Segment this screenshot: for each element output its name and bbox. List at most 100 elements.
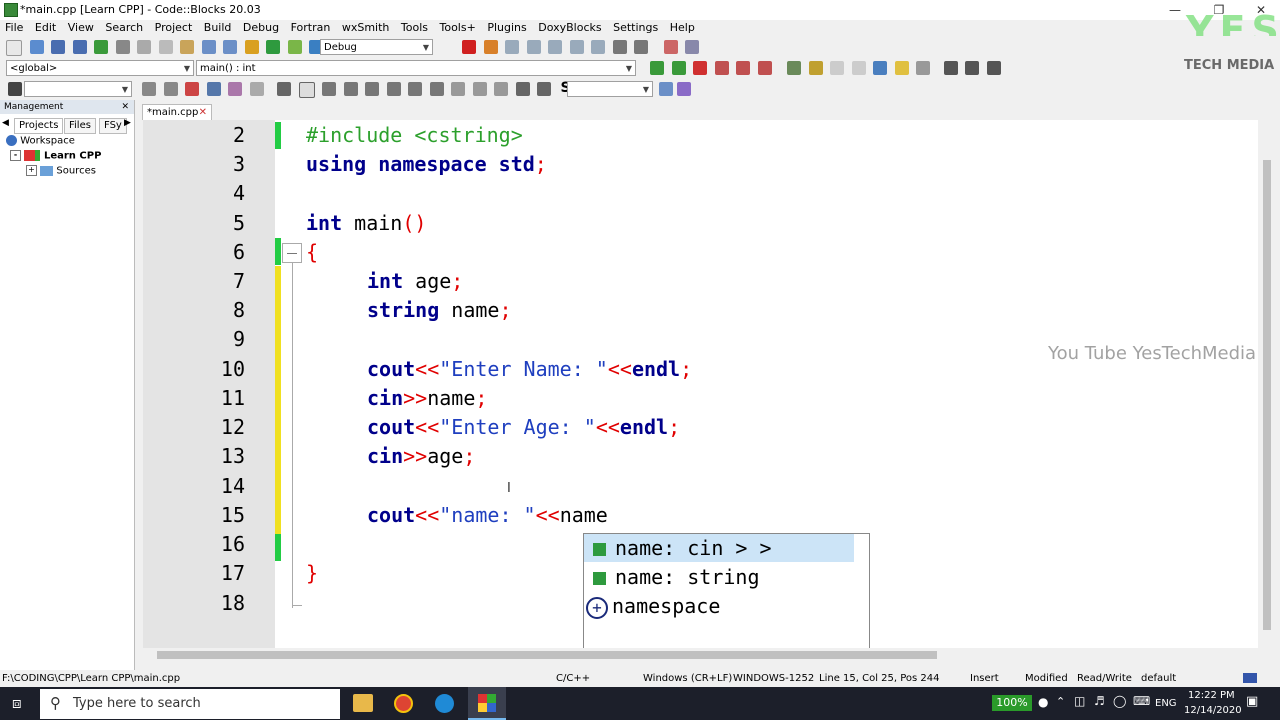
sources-node[interactable]: + Sources [26,165,96,177]
menu-fortran[interactable]: Fortran [288,20,334,36]
undo-icon[interactable] [94,40,108,54]
build-run-icon[interactable] [287,40,302,54]
html-doc-icon[interactable] [873,61,887,75]
pen-icon[interactable] [185,82,199,96]
jump-forward-icon[interactable] [671,61,686,75]
doxy-config-icon[interactable] [916,61,930,75]
file-explorer-icon[interactable] [353,694,373,712]
fold-toggle-icon[interactable] [282,243,302,263]
tray-chevron-icon[interactable]: ⌃ [1056,695,1065,708]
save-icon[interactable] [51,40,65,54]
bookmark-prev-icon[interactable] [714,61,729,75]
vertical-scrollbar[interactable] [1258,120,1276,648]
doxy-extract-icon[interactable] [808,61,823,75]
zoom-out-icon[interactable] [537,82,551,96]
edge-icon[interactable] [435,694,454,713]
layout-1-icon[interactable] [365,82,379,96]
open-icon[interactable] [29,40,44,54]
rect-select-icon[interactable] [298,82,315,98]
tab-scroll-right-icon[interactable]: ▶ [124,118,131,128]
forward-arrow-icon[interactable] [163,82,178,96]
next-line-icon[interactable] [505,40,519,54]
copy-icon[interactable] [158,40,173,54]
bookmark-clear-icon[interactable] [757,61,772,75]
step-into-icon[interactable] [526,40,541,54]
tab-fsymbols[interactable]: FSy [99,118,127,134]
save-all-icon[interactable] [72,40,87,54]
clock-date[interactable]: 12/14/2020 [1184,705,1242,716]
tab-scroll-left-icon[interactable]: ◀ [2,118,9,128]
next-instruction-icon[interactable] [569,40,584,54]
menu-view[interactable]: View [65,20,97,36]
record-icon[interactable] [8,82,22,96]
microphone-icon[interactable]: ● [1038,695,1048,709]
step-out-icon[interactable] [548,40,562,54]
regex-icon[interactable] [249,82,264,96]
network-icon[interactable]: ◫ [1074,694,1085,708]
search-options-icon[interactable] [677,82,691,96]
menu-tools[interactable]: Tools [398,20,431,36]
autocomplete-item[interactable]: + namespace [584,592,854,620]
menu-search[interactable]: Search [102,20,146,36]
menu-tools-plus[interactable]: Tools+ [437,20,479,36]
expand-icon[interactable]: + [26,165,37,176]
debug-windows-icon[interactable] [663,40,678,54]
new-file-icon[interactable] [6,40,22,56]
autocomplete-item[interactable]: name: string [584,563,854,591]
comment-line-icon[interactable] [851,61,866,75]
comment-block-icon[interactable] [830,61,844,75]
replace-icon[interactable] [223,40,237,54]
menu-help[interactable]: Help [667,20,698,36]
grid-icon[interactable] [322,82,336,96]
battery-indicator[interactable]: 100% [992,695,1032,711]
chm-doc-icon[interactable] [894,61,909,75]
autocomplete-item[interactable]: name: cin > > [584,534,854,562]
globe-icon[interactable]: ◯ [1113,694,1126,708]
layout-4-icon[interactable] [429,82,444,96]
keyboard-icon[interactable]: ⌨ [1133,694,1150,708]
table-icon[interactable] [343,82,358,96]
horizontal-scrollbar[interactable] [143,648,1268,662]
font-aa-icon[interactable] [206,82,221,96]
tab-main-cpp[interactable]: *main.cpp ✕ [142,104,212,120]
close-icon[interactable]: ✕ [199,105,207,121]
debug-run-icon[interactable] [462,40,476,54]
windows-start-icon[interactable]: ⧈ [12,695,28,711]
cut-icon[interactable] [137,40,151,54]
back-arrow-icon[interactable] [142,82,156,96]
zoom-in-icon[interactable] [515,82,530,96]
debug-info-icon[interactable] [685,40,699,54]
chrome-icon[interactable] [394,694,413,713]
notification-icon[interactable]: ▣ [1246,694,1258,709]
volume-icon[interactable]: ♬ [1094,694,1105,708]
pause-icon[interactable] [612,40,627,54]
scope-select[interactable]: <global> ▼ [6,60,194,76]
menu-plugins[interactable]: Plugins [484,20,529,36]
block-1-icon[interactable] [451,82,465,96]
menu-settings[interactable]: Settings [610,20,661,36]
bookmark-toggle-icon[interactable] [693,61,707,75]
collapse-icon[interactable]: - [10,150,21,161]
block-2-icon[interactable] [472,82,487,96]
scrollbar-thumb[interactable] [157,651,937,659]
project-node[interactable]: - Learn CPP [10,150,101,162]
search-go-icon[interactable] [659,82,673,96]
redo-icon[interactable] [115,40,130,54]
nav-next-icon[interactable] [986,61,1001,75]
bookmark-next-icon[interactable] [736,61,750,75]
menu-project[interactable]: Project [152,20,196,36]
scrollbar-thumb[interactable] [1263,160,1271,630]
build-target-select[interactable]: Debug ▼ [320,39,433,55]
find-icon[interactable] [201,40,216,54]
input-language[interactable]: ENG [1155,698,1177,709]
nav-dot-icon[interactable] [965,61,979,75]
search-combo[interactable]: ▼ [567,81,653,97]
menu-edit[interactable]: Edit [32,20,59,36]
codeblocks-taskbar-button[interactable] [468,687,506,720]
menu-file[interactable]: File [2,20,26,36]
menu-debug[interactable]: Debug [240,20,282,36]
layout-3-icon[interactable] [408,82,422,96]
pointer-icon[interactable] [277,82,291,96]
tab-projects[interactable]: Projects [14,118,64,134]
run-icon[interactable] [266,40,280,54]
